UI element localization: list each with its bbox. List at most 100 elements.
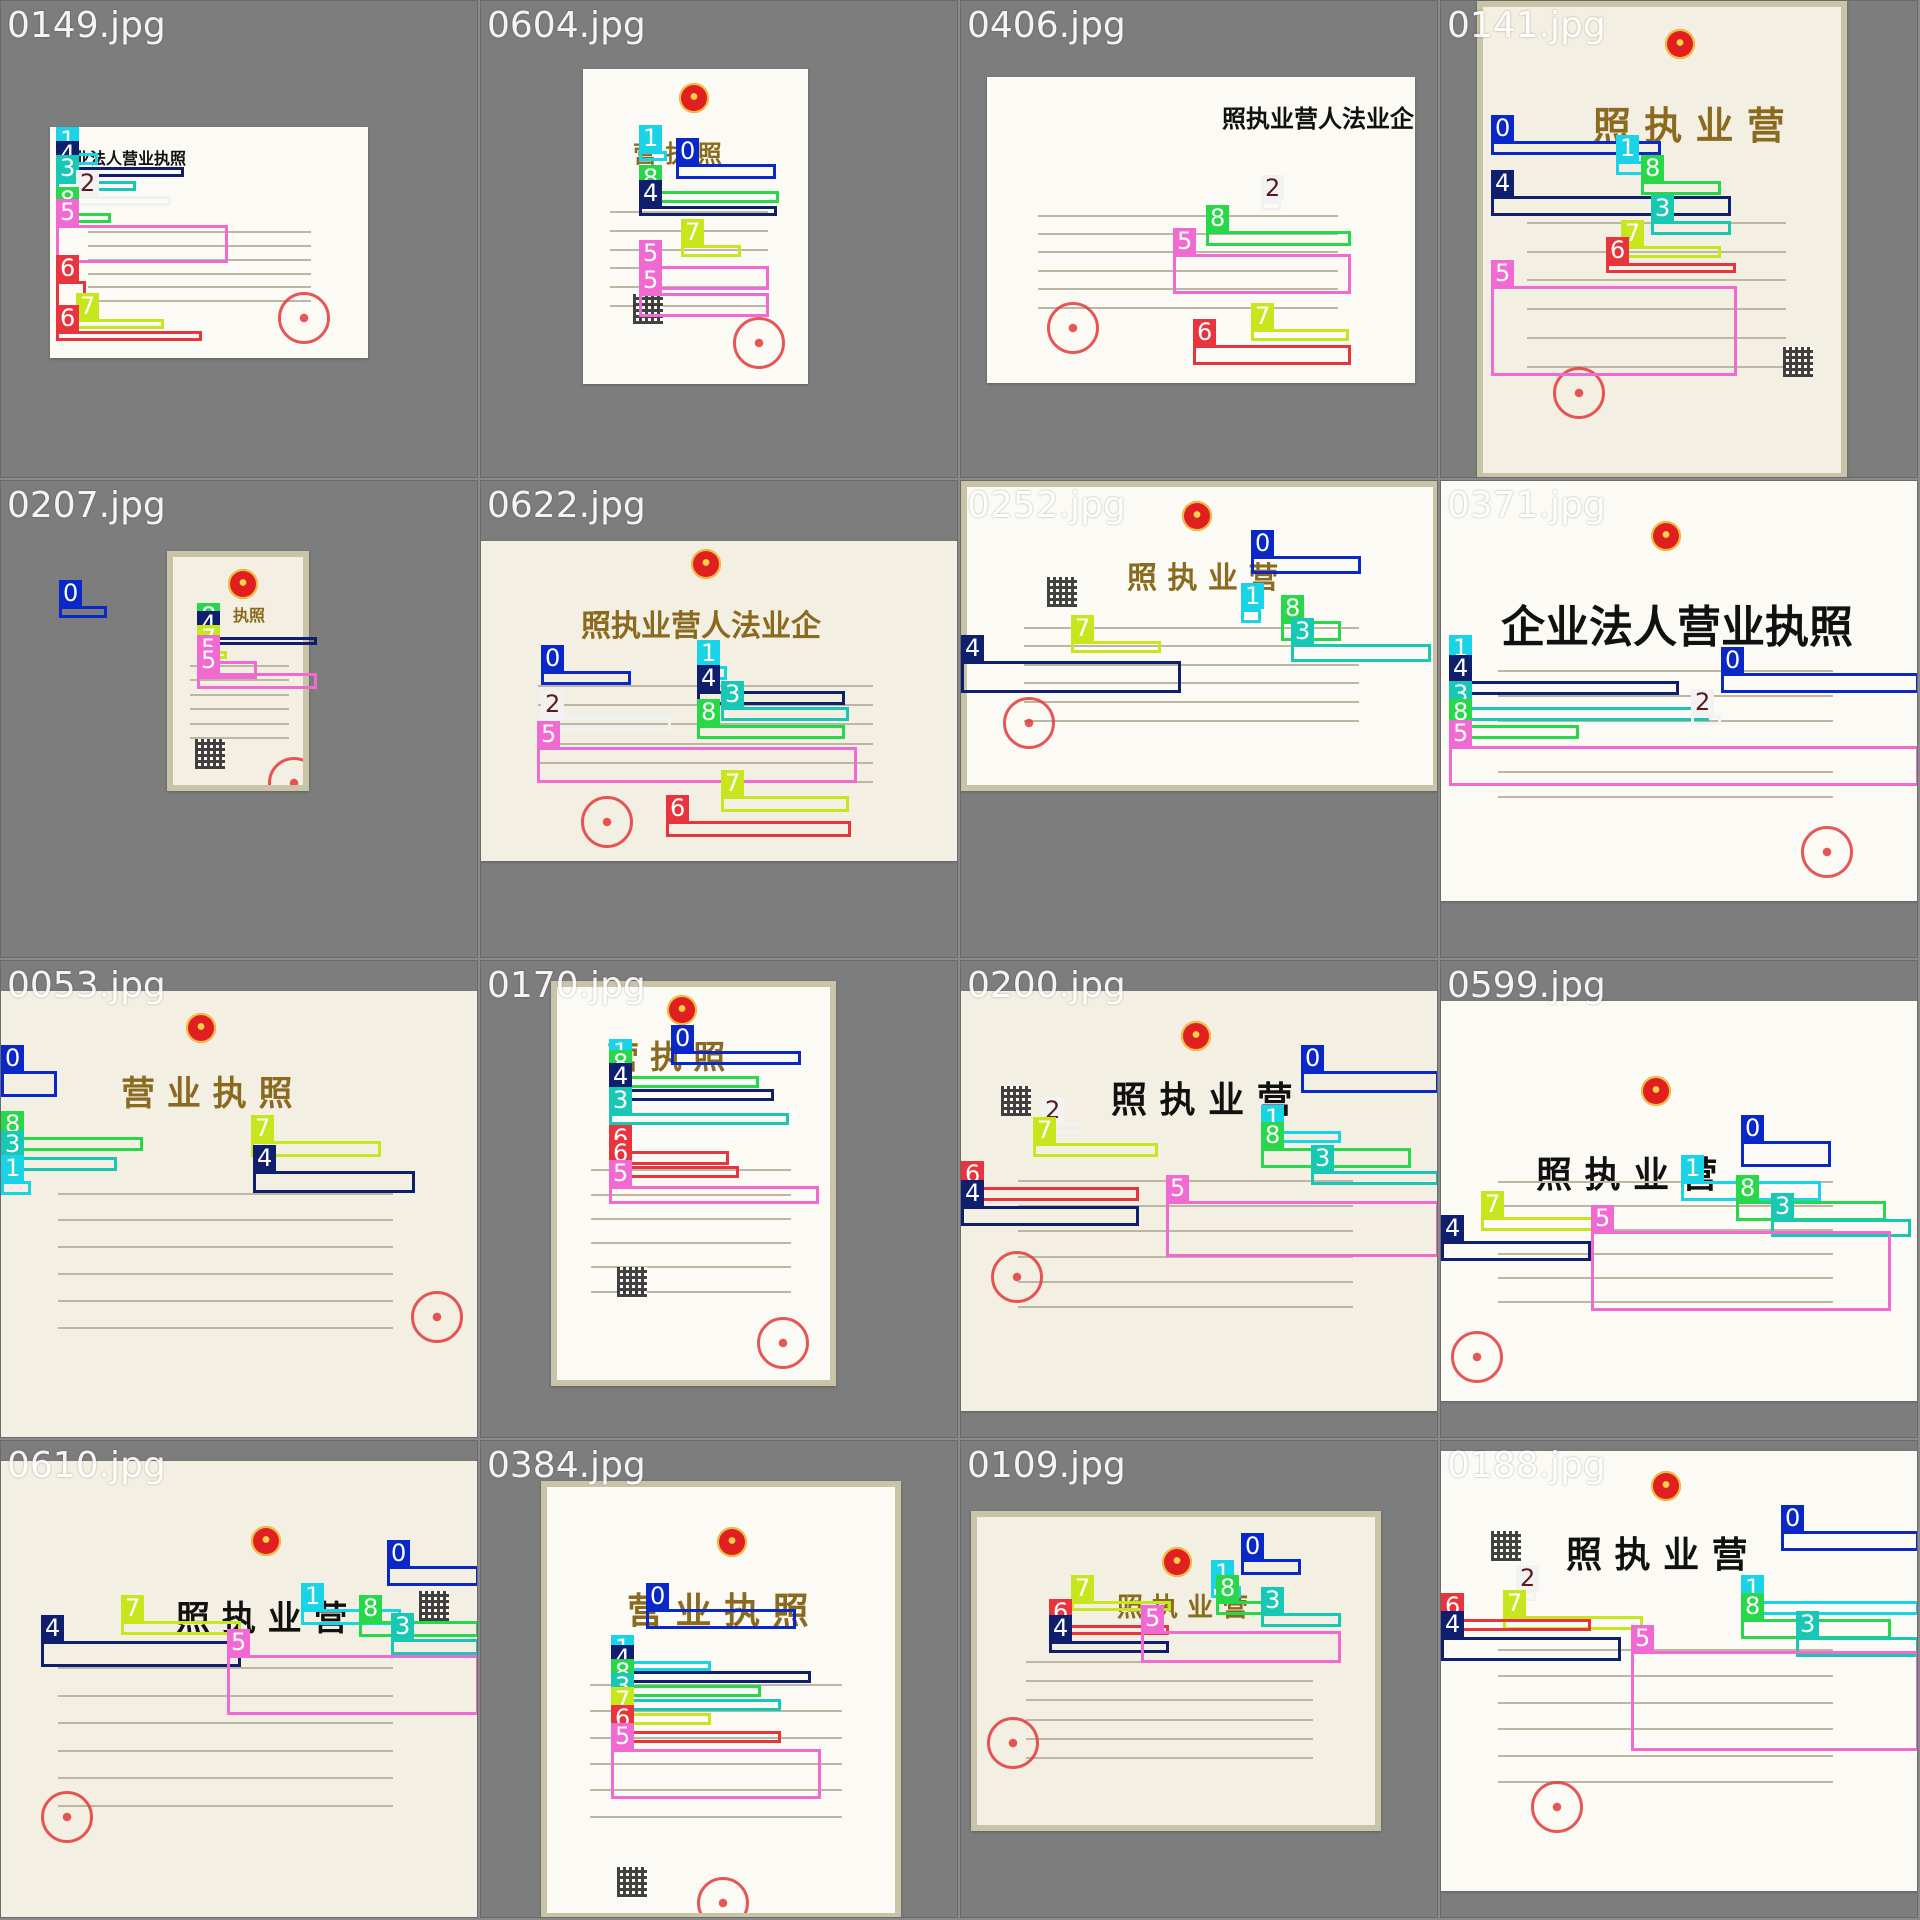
image-tile: 照 执 业 营 0 1 8 4 3 7 6 5 0141.jpg: [1440, 0, 1918, 478]
class-id-label: 4: [1449, 655, 1473, 681]
class-id-label: 0: [1241, 1533, 1265, 1559]
class-id-label: 6: [1606, 237, 1630, 263]
detection-box: 1: [1241, 583, 1265, 623]
image-tile: 照 执 业 营 0 2 7 1 8 3 6 4 5 0188.jpg: [1440, 1440, 1918, 1918]
red-seal-icon: [757, 1317, 809, 1369]
class-id-label: 3: [1261, 1587, 1285, 1613]
image-tile: 企业法人营业执照 0 1 4 3 2 8 5 0371.jpg: [1440, 480, 1918, 958]
class-id-label: 8: [1741, 1593, 1765, 1619]
class-id-label: 8: [1216, 1575, 1240, 1601]
national-emblem-icon: [228, 569, 258, 599]
class-id-label: 2: [1261, 175, 1285, 201]
detection-box: 3: [721, 681, 849, 721]
class-id-label: 0: [1781, 1505, 1805, 1531]
tile-filename: 0149.jpg: [7, 5, 166, 46]
text-line: [190, 708, 289, 710]
qr-code-icon: [195, 739, 225, 769]
detection-box: 0: [1, 1045, 57, 1097]
image-tile: 执照0847550207.jpg: [0, 480, 478, 958]
red-seal-icon: [411, 1291, 463, 1343]
detection-box: 2: [541, 691, 671, 731]
class-id-label: 1: [697, 640, 721, 666]
text-line: [58, 1246, 393, 1248]
text-line: [1498, 695, 1833, 697]
detection-box: 5: [1141, 1605, 1341, 1663]
detection-box: 8: [1736, 1175, 1886, 1221]
detection-box: 5: [227, 1629, 477, 1715]
red-seal-icon: [1531, 1781, 1583, 1833]
class-id-label: 6: [1193, 319, 1217, 345]
detection-box: 0: [1721, 647, 1917, 693]
detection-box: 0: [59, 580, 107, 618]
detection-box: 0: [1251, 530, 1361, 574]
red-seal-icon: [733, 317, 785, 369]
class-id-label: 3: [391, 1613, 415, 1639]
detection-box: 7: [681, 219, 741, 257]
detection-box: 7: [1033, 1117, 1158, 1157]
red-seal-icon: [581, 796, 633, 848]
text-line: [58, 1805, 393, 1807]
license-photo: 照 执 业 营: [971, 1511, 1381, 1831]
class-id-label: 5: [609, 1160, 633, 1186]
class-id-label: 7: [1071, 615, 1095, 641]
class-id-label: 3: [609, 1087, 633, 1113]
class-id-label: 7: [1503, 1590, 1527, 1616]
class-id-label: 5: [1591, 1205, 1615, 1231]
class-id-label: 5: [197, 647, 221, 673]
license-photo: 照 执 业 营: [1477, 1, 1847, 477]
text-line: [1026, 1738, 1313, 1740]
class-id-label: 0: [59, 580, 83, 606]
detection-box: 6: [961, 1161, 1139, 1201]
tile-filename: 0170.jpg: [487, 965, 646, 1006]
text-line: [538, 743, 873, 745]
national-emblem-icon: [1181, 1021, 1211, 1051]
class-id-label: 8: [1641, 155, 1665, 181]
detection-box: 5: [639, 267, 769, 317]
text-line: [58, 1750, 393, 1752]
detection-box: 8: [697, 699, 845, 739]
detection-box: 5: [1631, 1625, 1917, 1751]
class-id-label: 4: [961, 1180, 985, 1206]
class-id-label: 4: [1441, 1215, 1465, 1241]
tile-filename: 0188.jpg: [1447, 1445, 1606, 1486]
national-emblem-icon: [1182, 501, 1212, 531]
class-id-label: 0: [1721, 647, 1745, 673]
tile-filename: 0252.jpg: [967, 485, 1126, 526]
image-tile: 照 执 业 营 0 1 8 3 7 6 4 5 0109.jpg: [960, 1440, 1438, 1918]
detection-box: 7: [1481, 1191, 1606, 1231]
class-id-label: 5: [1449, 720, 1473, 746]
tile-filename: 0610.jpg: [7, 1445, 166, 1486]
text-line: [88, 273, 311, 275]
image-tile: 照执业营人法业企 2 8 5 7 6 0406.jpg: [960, 0, 1438, 478]
tile-filename: 0604.jpg: [487, 5, 646, 46]
detection-box: 4: [611, 1645, 811, 1683]
red-seal-icon: [1003, 697, 1055, 749]
detection-box: 0: [671, 1025, 801, 1065]
text-line: [1026, 1757, 1313, 1759]
class-id-label: 5: [1631, 1625, 1655, 1651]
class-id-label: 5: [1491, 260, 1515, 286]
tile-filename: 0207.jpg: [7, 485, 166, 526]
class-id-label: 5: [227, 1629, 251, 1655]
class-id-label: 7: [1251, 303, 1275, 329]
detection-box: 3: [1261, 1587, 1341, 1627]
text-line: [1527, 279, 1786, 281]
class-id-label: 8: [1206, 205, 1230, 231]
license-photo: 照 执 业 营: [961, 481, 1437, 791]
national-emblem-icon: [1641, 1076, 1671, 1106]
detection-box: 4: [1441, 1215, 1591, 1261]
detection-box: 0: [676, 138, 776, 179]
class-id-label: 0: [1251, 530, 1275, 556]
detection-box: 5: [1449, 720, 1917, 786]
class-id-label: 4: [1049, 1615, 1073, 1641]
detection-box: 5: [609, 1160, 819, 1204]
class-id-label: 7: [1481, 1191, 1505, 1217]
detection-box: 7: [121, 1595, 241, 1635]
red-seal-icon: [991, 1251, 1043, 1303]
tile-filename: 0371.jpg: [1447, 485, 1606, 526]
class-id-label: 4: [697, 665, 721, 691]
detection-box: 6: [1606, 237, 1736, 273]
class-id-label: 5: [1173, 228, 1197, 254]
detection-box: 3: [1291, 618, 1431, 662]
class-id-label: 3: [1771, 1193, 1795, 1219]
